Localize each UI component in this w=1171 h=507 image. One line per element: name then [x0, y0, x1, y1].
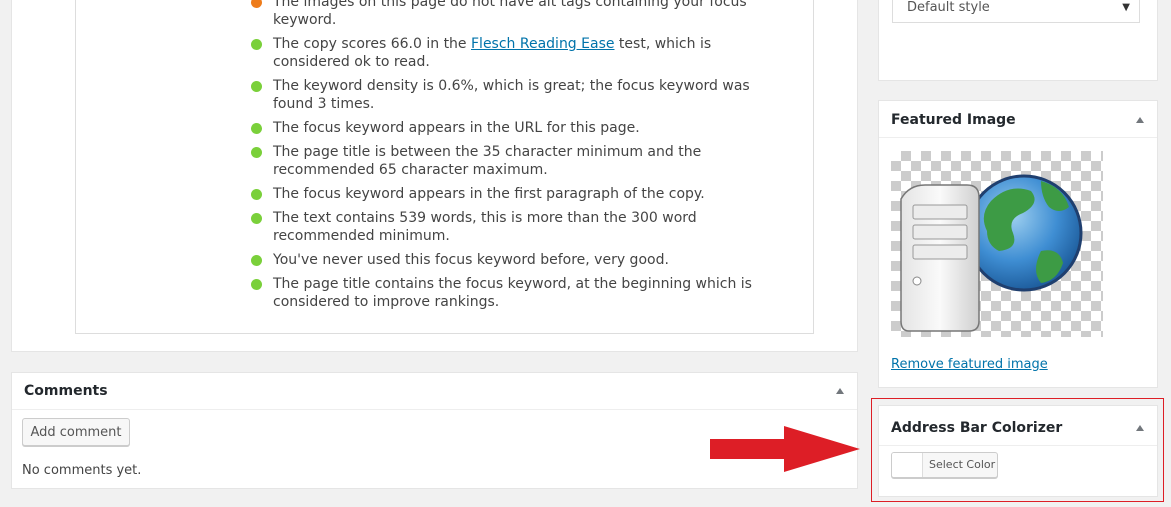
remove-featured-image-link[interactable]: Remove featured image: [891, 357, 1048, 372]
seo-result-text: The focus keyword appears in the URL for…: [273, 120, 640, 136]
status-dot-green: [251, 189, 262, 200]
format-style-select[interactable]: Default style ▼: [892, 0, 1140, 23]
format-box: Default style ▼: [878, 0, 1158, 81]
comments-title: Comments: [24, 383, 108, 399]
seo-result-item: The focus keyword appears in the URL for…: [250, 119, 770, 137]
seo-result-text: The page title contains the focus keywor…: [273, 276, 752, 310]
address-bar-colorizer-box: Address Bar Colorizer Select Color: [878, 405, 1158, 497]
seo-result-item: The page title is between the 35 charact…: [250, 143, 770, 179]
status-dot-green: [251, 81, 262, 92]
status-dot-green: [251, 123, 262, 134]
seo-result-text: The copy scores 66.0 in the: [273, 36, 471, 52]
collapse-arrow-icon[interactable]: [1136, 117, 1144, 123]
select-color-button[interactable]: Select Color: [891, 452, 998, 478]
seo-result-text: The text contains 539 words, this is mor…: [273, 210, 697, 244]
select-color-label: Select Color: [929, 458, 996, 471]
red-arrow-icon: [710, 426, 860, 472]
seo-result-item: You've never used this focus keyword bef…: [250, 251, 770, 269]
seo-result-text: The keyword density is 0.6%, which is gr…: [273, 78, 750, 112]
featured-image-title: Featured Image: [891, 112, 1016, 128]
seo-result-item: The keyword density is 0.6%, which is gr…: [250, 77, 770, 113]
seo-result-text: You've never used this focus keyword bef…: [273, 252, 669, 268]
seo-result-item: The copy scores 66.0 in the Flesch Readi…: [250, 35, 770, 71]
add-comment-button[interactable]: Add comment: [22, 418, 130, 446]
address-bar-colorizer-title: Address Bar Colorizer: [891, 420, 1063, 436]
divider: [12, 409, 857, 410]
status-dot-orange: [251, 0, 262, 8]
seo-result-text: The focus keyword appears in the first p…: [273, 186, 705, 202]
seo-result-text: The page title is between the 35 charact…: [273, 144, 702, 178]
color-swatch: [892, 453, 923, 477]
server-globe-icon: [900, 174, 1083, 332]
seo-result-item: The page title contains the focus keywor…: [250, 275, 770, 311]
collapse-arrow-icon[interactable]: [836, 388, 844, 394]
seo-analysis-panel: The images on this page do not have alt …: [11, 0, 858, 352]
divider: [879, 445, 1157, 446]
status-dot-green: [251, 279, 262, 290]
collapse-arrow-icon[interactable]: [1136, 425, 1144, 431]
featured-image-box: Featured Image Remove featured image: [878, 100, 1158, 388]
divider: [879, 137, 1157, 138]
seo-result-item: The focus keyword appears in the first p…: [250, 185, 770, 203]
seo-result-item: The text contains 539 words, this is mor…: [250, 209, 770, 245]
status-dot-green: [251, 255, 262, 266]
chevron-down-icon: ▼: [1122, 2, 1130, 13]
seo-results-list: The images on this page do not have alt …: [250, 0, 770, 317]
seo-result-item: The images on this page do not have alt …: [250, 0, 770, 29]
flesch-reading-ease-link[interactable]: Flesch Reading Ease: [471, 36, 614, 52]
status-dot-green: [251, 213, 262, 224]
status-dot-green: [251, 147, 262, 158]
seo-result-text: The images on this page do not have alt …: [273, 0, 747, 28]
featured-image-thumbnail[interactable]: [891, 151, 1103, 337]
no-comments-text: No comments yet.: [22, 463, 142, 478]
format-selected-value: Default style: [907, 0, 990, 15]
status-dot-green: [251, 39, 262, 50]
